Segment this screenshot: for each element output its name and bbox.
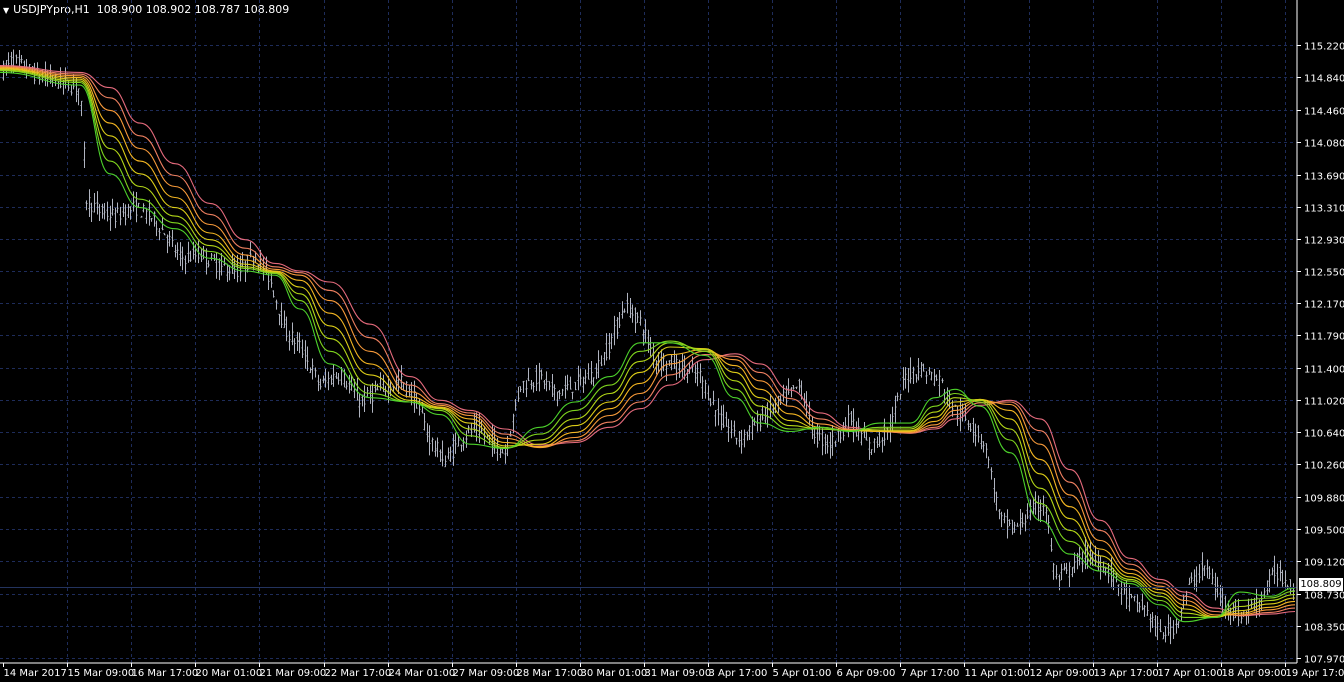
ma-line-8 — [0, 65, 1296, 617]
time-tick-label: 21 Mar 09:00 — [260, 668, 327, 679]
price-tick-label: 114.460 — [1304, 107, 1344, 118]
time-axis: 14 Mar 2017 15 Mar 09:0016 Mar 17:0020 Ma… — [3, 663, 1344, 679]
price-tick-label: 111.790 — [1304, 332, 1344, 343]
time-tick-label: 22 Mar 17:00 — [325, 668, 392, 679]
price-axis: 115.220 114.840 114.460 114.080 113.690 113.3… — [1297, 42, 1344, 666]
ma-line-3 — [0, 69, 1296, 618]
ma-line-2 — [0, 70, 1296, 618]
ma-line-6 — [0, 66, 1296, 616]
price-tick-label: 111.400 — [1304, 365, 1344, 376]
price-tick-label: 114.080 — [1304, 139, 1344, 150]
price-tick-label: 108.350 — [1304, 623, 1344, 634]
time-tick-label: 12 Apr 09:00 — [1030, 668, 1095, 679]
price-tick-label: 113.310 — [1304, 204, 1344, 215]
time-tick-label: 3 Apr 17:00 — [709, 668, 768, 679]
time-tick-label: 18 Apr 09:00 — [1222, 668, 1287, 679]
time-tick-label: 7 Apr 17:00 — [901, 668, 960, 679]
price-tick-label: 109.880 — [1304, 494, 1344, 505]
price-tick-label: 111.020 — [1304, 397, 1344, 408]
price-tick-label: 113.690 — [1304, 172, 1344, 183]
price-tick-label: 107.970 — [1304, 655, 1344, 666]
time-tick-label: 14 Mar 2017 — [4, 668, 67, 679]
price-tick-label: 114.840 — [1304, 74, 1344, 85]
time-tick-label: 24 Mar 01:00 — [389, 668, 456, 679]
current-price-label: 108.809 — [1299, 578, 1343, 591]
time-tick-label: 15 Mar 09:00 — [68, 668, 135, 679]
time-tick-label: 6 Apr 09:00 — [837, 668, 896, 679]
price-tick-label: 109.120 — [1304, 558, 1344, 569]
time-tick-label: 30 Mar 01:00 — [581, 668, 648, 679]
time-tick-label: 16 Mar 17:00 — [132, 668, 199, 679]
time-tick-label: 28 Mar 17:00 — [517, 668, 584, 679]
time-tick-label: 13 Apr 17:00 — [1094, 668, 1159, 679]
ma-ribbon — [0, 65, 1296, 623]
price-chart[interactable]: 115.220 114.840 114.460 114.080 113.690 113.3… — [0, 0, 1344, 682]
time-tick-label: 5 Apr 01:00 — [773, 668, 832, 679]
current-price-value: 108.809 — [1300, 579, 1342, 590]
price-tick-label: 110.640 — [1304, 429, 1344, 440]
price-tick-label: 108.730 — [1304, 591, 1344, 602]
price-bars — [2, 49, 1295, 645]
price-tick-label: 115.220 — [1304, 42, 1344, 53]
price-tick-label: 112.930 — [1304, 236, 1344, 247]
time-tick-label: 17 Apr 01:00 — [1158, 668, 1223, 679]
price-tick-label: 110.260 — [1304, 461, 1344, 472]
ma-line-1 — [0, 71, 1296, 623]
price-tick-label: 112.550 — [1304, 268, 1344, 279]
time-tick-label: 31 Mar 09:00 — [645, 668, 712, 679]
ma-line-7 — [0, 65, 1296, 617]
price-tick-label: 109.500 — [1304, 526, 1344, 537]
price-tick-label: 112.170 — [1304, 300, 1344, 311]
time-tick-label: 11 Apr 01:00 — [965, 668, 1030, 679]
time-tick-label: 27 Mar 09:00 — [453, 668, 520, 679]
time-tick-label: 19 Apr 17:00 — [1286, 668, 1344, 679]
time-tick-label: 20 Mar 01:00 — [196, 668, 263, 679]
